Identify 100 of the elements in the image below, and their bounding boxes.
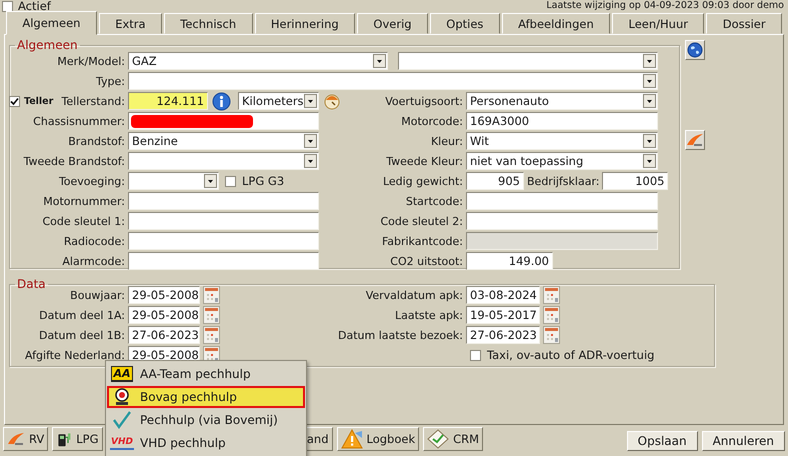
calendar-icon[interactable] [543, 286, 560, 304]
letter-logo: VHD [110, 436, 134, 450]
field-label: CO2 uitstoot: [390, 254, 463, 268]
checkbox-label: Taxi, ov-auto of ADR-voertuig [487, 348, 654, 362]
tab[interactable]: Herinnering [254, 13, 356, 34]
input-field[interactable] [466, 192, 658, 210]
check-icon [112, 411, 132, 429]
action-button[interactable]: Annuleren [702, 431, 785, 451]
field-label: Radiocode: [64, 234, 125, 248]
checkbox[interactable] [2, 0, 13, 12]
toolbar-button[interactable]: CRM [423, 427, 484, 451]
input-field[interactable] [466, 212, 658, 230]
menu-item[interactable]: AA AA-Team pechhulp [107, 363, 305, 385]
checkbox[interactable] [225, 176, 236, 186]
dropdown-field[interactable] [398, 52, 658, 70]
caret-icon[interactable] [304, 94, 317, 108]
tab[interactable]: Overig [357, 13, 428, 34]
last-modified-text: Laatste wijziging op 04-09-2023 09:03 door demo [546, 0, 784, 11]
odometer-icon[interactable] [323, 92, 341, 110]
checklist-icon [427, 429, 450, 449]
caret-icon[interactable] [643, 94, 656, 108]
field-label: Datum deel 1B: [38, 328, 125, 342]
checkbox[interactable] [470, 350, 481, 360]
calendar-icon[interactable] [543, 326, 560, 344]
input-field[interactable] [128, 192, 319, 210]
dropdown-field[interactable]: Personenauto [466, 92, 658, 110]
date-field[interactable]: 03-08-2024 [466, 286, 540, 304]
caret-icon[interactable] [643, 154, 656, 168]
calendar-icon[interactable] [203, 306, 220, 324]
menu-item[interactable]: VHD VHD pechhulp [107, 432, 305, 454]
dropdown-field[interactable]: Kilometers [238, 92, 319, 110]
field-label: Alarmcode: [62, 254, 125, 268]
tab[interactable]: Technisch [164, 13, 252, 34]
letter-logo: AA [111, 366, 133, 382]
dropdown-field[interactable]: Wit [466, 132, 658, 150]
input-field[interactable]: 1005 [602, 172, 668, 190]
caret-icon[interactable] [643, 74, 656, 88]
swoosh-button[interactable] [685, 130, 705, 150]
dropdown-field[interactable]: niet van toepassing [466, 152, 658, 170]
checkbox[interactable] [9, 96, 20, 106]
caret-icon[interactable] [204, 174, 217, 188]
tab[interactable]: Dossier [706, 13, 782, 34]
globe-button[interactable] [685, 40, 705, 60]
tab[interactable]: Extra [98, 13, 162, 34]
date-field[interactable]: 27-06-2023 [466, 326, 540, 344]
field-label: Vervaldatum apk: [366, 288, 463, 302]
input-field[interactable]: 169A3000 [466, 112, 658, 130]
field-label: Datum laatste bezoek: [338, 328, 463, 342]
tab[interactable]: Leen/Huur [612, 13, 704, 34]
caret-icon[interactable] [643, 54, 656, 68]
group-title: Data [16, 277, 47, 291]
input-field[interactable]: 124.111 [128, 92, 208, 110]
field-label: Code sleutel 2: [380, 214, 463, 228]
toolbar-button[interactable]: LPG [52, 427, 102, 451]
field-label: Brandstof: [68, 134, 125, 148]
calendar-icon[interactable] [203, 286, 220, 304]
dropdown-field[interactable] [128, 152, 319, 170]
caret-icon[interactable] [373, 54, 386, 68]
dropdown-field[interactable] [128, 72, 658, 90]
input-field[interactable] [128, 212, 319, 230]
calendar-icon[interactable] [203, 326, 220, 344]
field-label: Voertuigsoort: [385, 94, 463, 108]
field-label: Tellerstand: [62, 94, 125, 108]
calendar-icon[interactable] [543, 306, 560, 324]
caret-icon[interactable] [643, 134, 656, 148]
swoosh-icon [686, 133, 704, 147]
info-icon[interactable] [212, 92, 231, 110]
tab[interactable]: Algemeen [6, 11, 97, 35]
input-field[interactable] [128, 112, 319, 130]
dropdown-field[interactable]: Benzine [128, 132, 319, 150]
tab[interactable]: Opties [430, 13, 500, 34]
field-label: Laatste apk: [394, 308, 463, 322]
swoosh-icon [7, 432, 25, 446]
input-field[interactable] [128, 252, 319, 270]
input-field[interactable] [128, 232, 319, 250]
checkbox-label: Teller [24, 96, 54, 106]
date-field[interactable]: 29-05-2008 [128, 286, 200, 304]
field-label: Ledig gewicht: [382, 174, 463, 188]
date-field[interactable]: 19-05-2017 [466, 306, 540, 324]
emblem-icon [115, 388, 129, 406]
input-field[interactable]: 905 [466, 172, 524, 190]
field-label: Merk/Model: [57, 54, 125, 68]
field-label: Kleur: [430, 134, 463, 148]
dropdown-field[interactable]: GAZ [128, 52, 388, 70]
field-label: Toevoeging: [58, 174, 125, 188]
field-label: Motornummer: [43, 194, 125, 208]
caret-icon[interactable] [304, 134, 317, 148]
menu-item[interactable]: Pechhulp (via Bovemij) [107, 409, 305, 431]
toolbar-button[interactable]: Logboek [336, 427, 420, 451]
action-button[interactable]: Opslaan [626, 431, 698, 451]
toolbar-button[interactable]: RV [3, 427, 48, 451]
menu-item[interactable]: Bovag pechhulp [107, 386, 305, 408]
date-field[interactable]: 29-05-2008 [128, 306, 200, 324]
caret-icon[interactable] [304, 154, 317, 168]
field-label: Bouwjaar: [70, 288, 125, 302]
date-field[interactable]: 27-06-2023 [128, 326, 200, 344]
field-label: Type: [96, 74, 125, 88]
tab[interactable]: Afbeeldingen [502, 13, 610, 34]
input-field[interactable]: 149.00 [466, 252, 553, 270]
dropdown-field[interactable] [128, 172, 219, 190]
